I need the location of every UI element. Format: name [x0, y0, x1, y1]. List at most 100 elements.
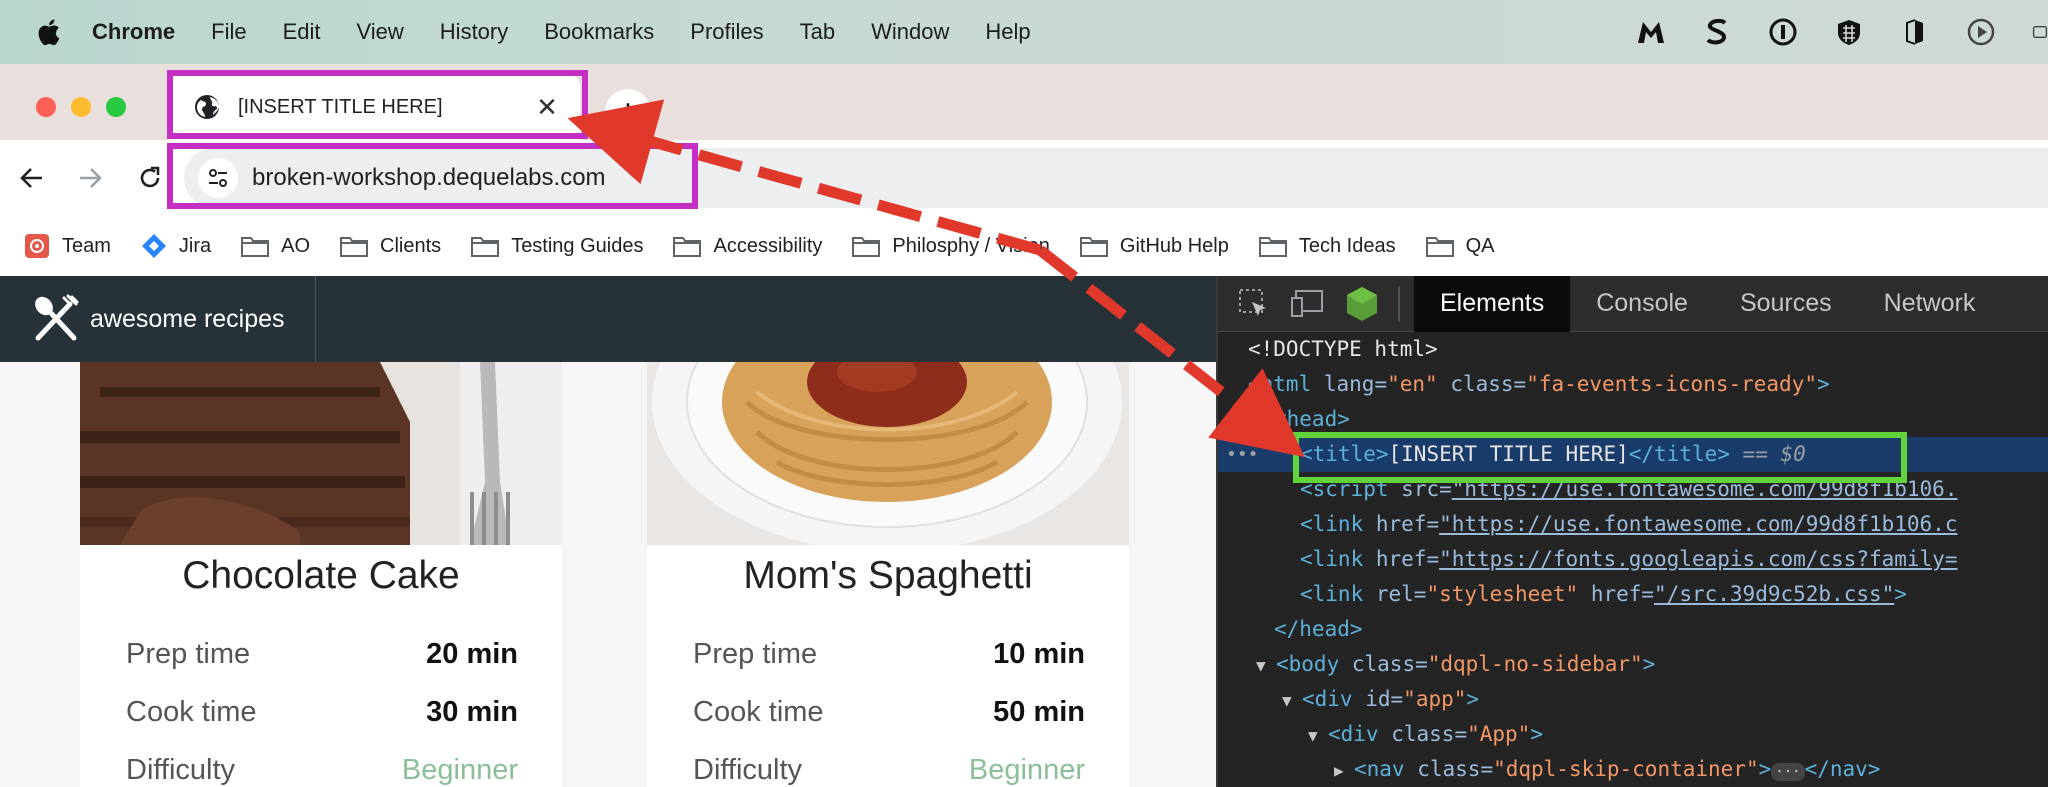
tab-console[interactable]: Console	[1570, 276, 1714, 332]
dom-node-head[interactable]: <head>	[1218, 402, 2048, 437]
attr-name: href=	[1375, 512, 1440, 536]
folder-icon	[1258, 237, 1287, 257]
folder-icon	[1425, 237, 1454, 257]
m-icon[interactable]	[1636, 17, 1666, 47]
url-text[interactable]: broken-workshop.dequelabs.com	[252, 164, 606, 192]
partial-icon[interactable]	[2032, 17, 2048, 47]
play-circle-icon[interactable]	[1966, 17, 1996, 47]
dom-node-html[interactable]: <html lang="en" class="fa-events-icons-r…	[1218, 367, 2048, 402]
bookmark-label: Accessibility	[713, 234, 823, 257]
globe-icon	[195, 95, 219, 119]
bookmark-folder-testing-guides[interactable]: Testing Guides	[471, 235, 643, 258]
menu-edit[interactable]: Edit	[283, 19, 321, 45]
forward-button[interactable]	[72, 160, 108, 196]
bookmark-label: Clients	[380, 234, 442, 257]
tab-network[interactable]: Network	[1858, 276, 2002, 332]
bookmark-folder-qa[interactable]: QA	[1425, 235, 1494, 258]
expand-triangle-icon[interactable]: ▼	[1308, 718, 1328, 753]
arrow-left-icon	[20, 168, 42, 188]
halfmoon-icon[interactable]	[1900, 17, 1930, 47]
dom-tree: <!DOCTYPE html> <html lang="en" class="f…	[1218, 332, 2048, 787]
menu-profiles[interactable]: Profiles	[690, 19, 763, 45]
dom-node-doctype[interactable]: <!DOCTYPE html>	[1218, 332, 2048, 367]
dom-node-div-app[interactable]: ▼ <div id="app">	[1218, 682, 2048, 717]
bookmark-folder-github-help[interactable]: GitHub Help	[1079, 235, 1229, 258]
dom-node-nav[interactable]: ▶ <nav class="dqpl-skip-container"> ··· </n…	[1218, 752, 2048, 787]
grid-shield-icon[interactable]	[1834, 17, 1864, 47]
tag-text: <link	[1300, 547, 1364, 571]
expand-triangle-icon[interactable]: ▼	[1256, 648, 1276, 683]
tag-text: <html	[1248, 372, 1312, 396]
minimize-window-button[interactable]	[71, 97, 91, 117]
menu-history[interactable]: History	[440, 19, 508, 45]
ellipsis-badge[interactable]: ···	[1771, 763, 1805, 781]
active-tab[interactable]: [INSERT TITLE HERE] ✕	[170, 74, 580, 140]
row-label: Cook time	[693, 696, 824, 728]
more-options-icon[interactable]: •••	[1226, 437, 1259, 472]
reload-icon	[140, 166, 160, 188]
recipe-title: Mom's Spaghetti	[743, 554, 1033, 597]
attr-link[interactable]: "https://fonts.googleapis.com/css?family…	[1439, 547, 1957, 571]
expand-triangle-icon[interactable]: ▼	[1282, 683, 1302, 718]
tag-text: >	[1816, 372, 1830, 396]
site-info-button[interactable]	[198, 158, 238, 198]
tab-elements[interactable]: Elements	[1414, 276, 1571, 332]
menu-view[interactable]: View	[357, 19, 404, 45]
difficulty-value: Beginner	[968, 754, 1085, 786]
attr-name: src=	[1401, 477, 1452, 501]
attr-value: "app"	[1403, 687, 1467, 711]
divider	[1398, 286, 1400, 321]
bookmark-label: AO	[281, 234, 311, 257]
bookmark-folder-accessibility[interactable]: Accessibility	[673, 235, 822, 258]
bookmark-folder-ao[interactable]: AO	[241, 235, 310, 258]
tag-text: <link	[1300, 582, 1364, 606]
brand-link[interactable]: awesome recipes	[30, 276, 316, 362]
dom-node-body[interactable]: ▼ <body class="dqpl-no-sidebar">	[1218, 647, 2048, 682]
s-icon[interactable]	[1702, 17, 1732, 47]
folder-icon	[241, 237, 270, 257]
dom-node-link[interactable]: <link rel="stylesheet" href="/src.39d9c5…	[1218, 577, 2048, 612]
tag-text: <div	[1302, 687, 1353, 711]
bookmark-label: Team	[62, 234, 111, 257]
menu-tab[interactable]: Tab	[800, 19, 835, 45]
new-tab-button[interactable]: +	[605, 89, 651, 135]
attr-link[interactable]: "https://use.fontawesome.com/99d8f1b106.…	[1439, 512, 1957, 536]
dom-node-head-close[interactable]: </head>	[1218, 612, 2048, 647]
inspect-element-icon[interactable]	[1236, 286, 1272, 322]
address-bar[interactable]: broken-workshop.dequelabs.com	[184, 148, 2048, 208]
folder-icon	[852, 237, 881, 257]
menu-file[interactable]: File	[211, 19, 246, 45]
apple-icon[interactable]	[34, 17, 62, 47]
menu-app-name[interactable]: Chrome	[92, 19, 175, 45]
bookmark-folder-tech-ideas[interactable]: Tech Ideas	[1258, 235, 1396, 258]
dom-node-link[interactable]: <link href="https://use.fontawesome.com/…	[1218, 507, 2048, 542]
device-toolbar-icon[interactable]	[1290, 286, 1326, 322]
attr-link[interactable]: "https://use.fontawesome.com/99d8f1b106.	[1452, 477, 1958, 501]
menu-help[interactable]: Help	[985, 19, 1030, 45]
close-tab-icon[interactable]: ✕	[532, 92, 562, 122]
dom-node-div-App[interactable]: ▼ <div class="App">	[1218, 717, 2048, 752]
dom-node-link[interactable]: <link href="https://fonts.googleapis.com…	[1218, 542, 2048, 577]
tab-sources[interactable]: Sources	[1714, 276, 1858, 332]
bookmark-folder-philosophy[interactable]: Philosphy / Vision	[852, 235, 1050, 258]
node-icon[interactable]	[1344, 286, 1380, 322]
attr-name: lang=	[1323, 372, 1388, 396]
attr-link[interactable]: "/src.39d9c52b.css"	[1654, 582, 1894, 606]
back-button[interactable]	[14, 160, 50, 196]
1password-icon[interactable]	[1768, 17, 1798, 47]
zoom-window-button[interactable]	[106, 97, 126, 117]
menu-window[interactable]: Window	[871, 19, 949, 45]
bookmark-jira[interactable]: Jira	[141, 233, 211, 259]
recipe-row-cook: Cook time 30 min	[126, 696, 518, 729]
collapse-triangle-icon[interactable]: ▶	[1334, 753, 1354, 787]
recipe-row-difficulty: Difficulty Beginner	[693, 754, 1085, 787]
tag-text: <script	[1300, 477, 1389, 501]
dom-node-title-selected[interactable]: ••• <title>[INSERT TITLE HERE]</title> =…	[1218, 437, 2048, 472]
bookmark-folder-clients[interactable]: Clients	[340, 235, 441, 258]
close-window-button[interactable]	[36, 97, 56, 117]
reload-button[interactable]	[132, 160, 168, 196]
browser-toolbar: broken-workshop.dequelabs.com	[0, 140, 2048, 216]
dom-node-script[interactable]: <script src="https://use.fontawesome.com…	[1218, 472, 2048, 507]
bookmark-team[interactable]: Team	[24, 233, 111, 259]
menu-bookmarks[interactable]: Bookmarks	[544, 19, 654, 45]
